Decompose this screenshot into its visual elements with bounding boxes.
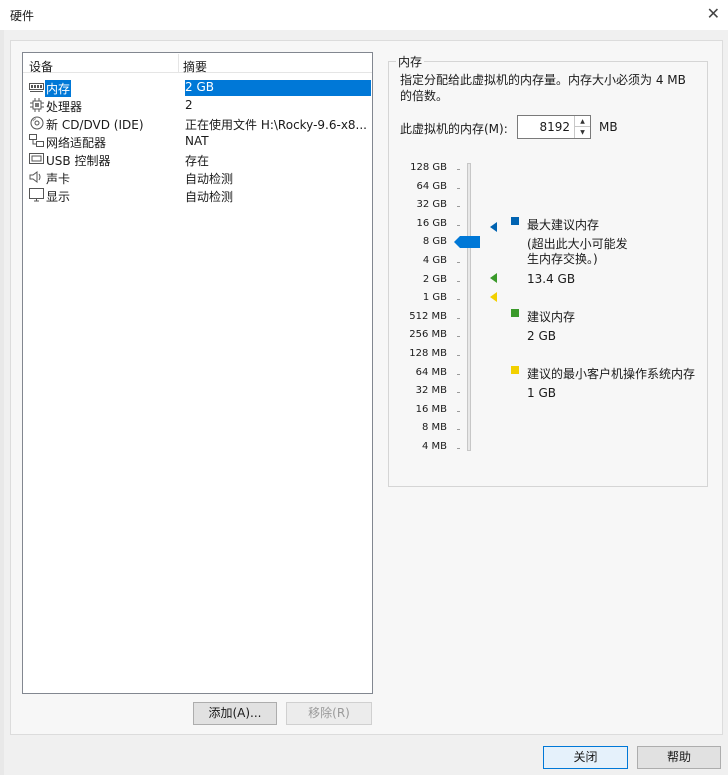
left-edge [0,30,4,775]
scale-tick [457,206,460,207]
max-legend-title: 最大建议内存 [527,218,600,232]
recommended-legend-title: 建议内存 [527,310,576,324]
scale-tick [457,374,460,375]
max-recommended-marker [490,222,497,232]
max-legend-value: 13.4 GB [527,272,576,286]
device-summary: 2 [185,98,193,112]
scale-tick [457,169,460,170]
recommended-legend-swatch [511,309,519,317]
device-row-cd-dvd[interactable]: 新 CD/DVD (IDE) 正在使用文件 H:\Rocky-9.6-x8... [25,114,372,132]
device-name: 显示 [46,190,71,204]
spin-up-button[interactable]: ▲ [574,116,590,127]
sound-card-icon [29,170,44,184]
scale-tick [457,392,460,393]
device-row-usb[interactable]: USB 控制器 存在 [25,150,372,168]
column-header-device[interactable]: 设备 [29,58,53,75]
help-button[interactable]: 帮助 [637,746,721,769]
scale-tick [457,429,460,430]
spin-down-button[interactable]: ▼ [574,127,590,138]
min-recommended-marker [490,292,497,302]
scale-label: 16 GB [416,218,447,229]
memory-label: 此虚拟机的内存(M): [400,122,508,136]
column-separator[interactable] [178,54,179,72]
close-button[interactable]: 关闭 [543,746,628,769]
device-summary: 2 GB [185,80,371,96]
scale-label: 1 GB [422,292,447,303]
device-row-processor[interactable]: 处理器 2 [25,96,372,114]
recommended-legend-value: 2 GB [527,329,556,343]
scale-tick [457,262,460,263]
memory-unit: MB [599,120,618,134]
device-name: 内存 [45,80,72,97]
scale-label: 256 MB [409,329,447,340]
scale-label: 2 GB [422,274,447,285]
device-summary: 自动检测 [185,172,234,186]
scale-label: 32 MB [415,385,447,396]
cd-dvd-icon [29,116,44,130]
remove-button[interactable]: 移除(R) [286,702,372,725]
scale-label: 8 GB [422,236,447,247]
scale-tick [457,188,460,189]
min-legend-swatch [511,366,519,374]
scale-label: 128 GB [410,162,447,173]
device-row-memory[interactable]: 内存 2 GB [25,78,372,97]
max-legend-swatch [511,217,519,225]
scale-tick [457,355,460,356]
scale-tick [457,281,460,282]
display-icon [29,188,44,202]
memory-input[interactable]: 8192 ▲ ▼ [517,115,591,139]
device-name: 网络适配器 [46,136,107,150]
device-name: 新 CD/DVD (IDE) [46,118,144,132]
device-summary: NAT [185,134,209,148]
usb-controller-icon [29,152,44,166]
column-header-summary[interactable]: 摘要 [183,58,207,75]
device-summary: 自动检测 [185,190,234,204]
scale-tick [457,318,460,319]
add-button[interactable]: 添加(A)... [193,702,277,725]
close-window-icon[interactable]: ✕ [707,4,720,23]
scale-tick [457,411,460,412]
device-name: 处理器 [46,100,83,114]
scale-label: 128 MB [409,348,447,359]
scale-label: 32 GB [416,199,447,210]
scale-label: 4 GB [422,255,447,266]
network-adapter-icon [29,134,44,148]
scale-label: 4 MB [421,441,447,452]
memory-slider-track[interactable] [467,163,471,451]
device-row-sound[interactable]: 声卡 自动检测 [25,168,372,186]
memory-value: 8192 [539,120,570,134]
memory-group-title: 内存 [396,53,425,70]
min-legend-value: 1 GB [527,386,556,400]
min-legend-title: 建议的最小客户机操作系统内存 [527,367,696,381]
title-bar: 硬件 ✕ [0,0,728,30]
device-row-network[interactable]: 网络适配器 NAT [25,132,372,150]
device-list-header: 设备 摘要 [23,53,372,75]
scale-label: 64 MB [415,367,447,378]
window-title: 硬件 [10,9,35,23]
device-summary: 存在 [185,154,210,168]
device-summary: 正在使用文件 H:\Rocky-9.6-x8... [185,118,367,132]
scale-tick [457,448,460,449]
device-name: USB 控制器 [46,154,111,168]
device-list[interactable]: 设备 摘要 内存 2 GB 处理器 2 新 CD/DVD (IDE) 正在使用文… [22,52,373,694]
scale-label: 8 MB [421,422,447,433]
device-name: 声卡 [46,172,71,186]
memory-icon [29,80,44,94]
scale-label: 64 GB [416,181,447,192]
memory-description: 指定分配给此虚拟机的内存量。内存大小必须为 4 MB 的倍数。 [400,73,686,103]
scale-label: 16 MB [415,404,447,415]
scale-tick [457,336,460,337]
memory-slider-thumb[interactable] [454,236,480,248]
scale-tick [457,299,460,300]
scale-label: 512 MB [409,311,447,322]
recommended-marker [490,273,497,283]
scale-tick [457,225,460,226]
device-row-display[interactable]: 显示 自动检测 [25,186,372,204]
processor-icon [29,98,44,112]
max-legend-note: (超出此大小可能发生内存交换。) [527,237,628,266]
